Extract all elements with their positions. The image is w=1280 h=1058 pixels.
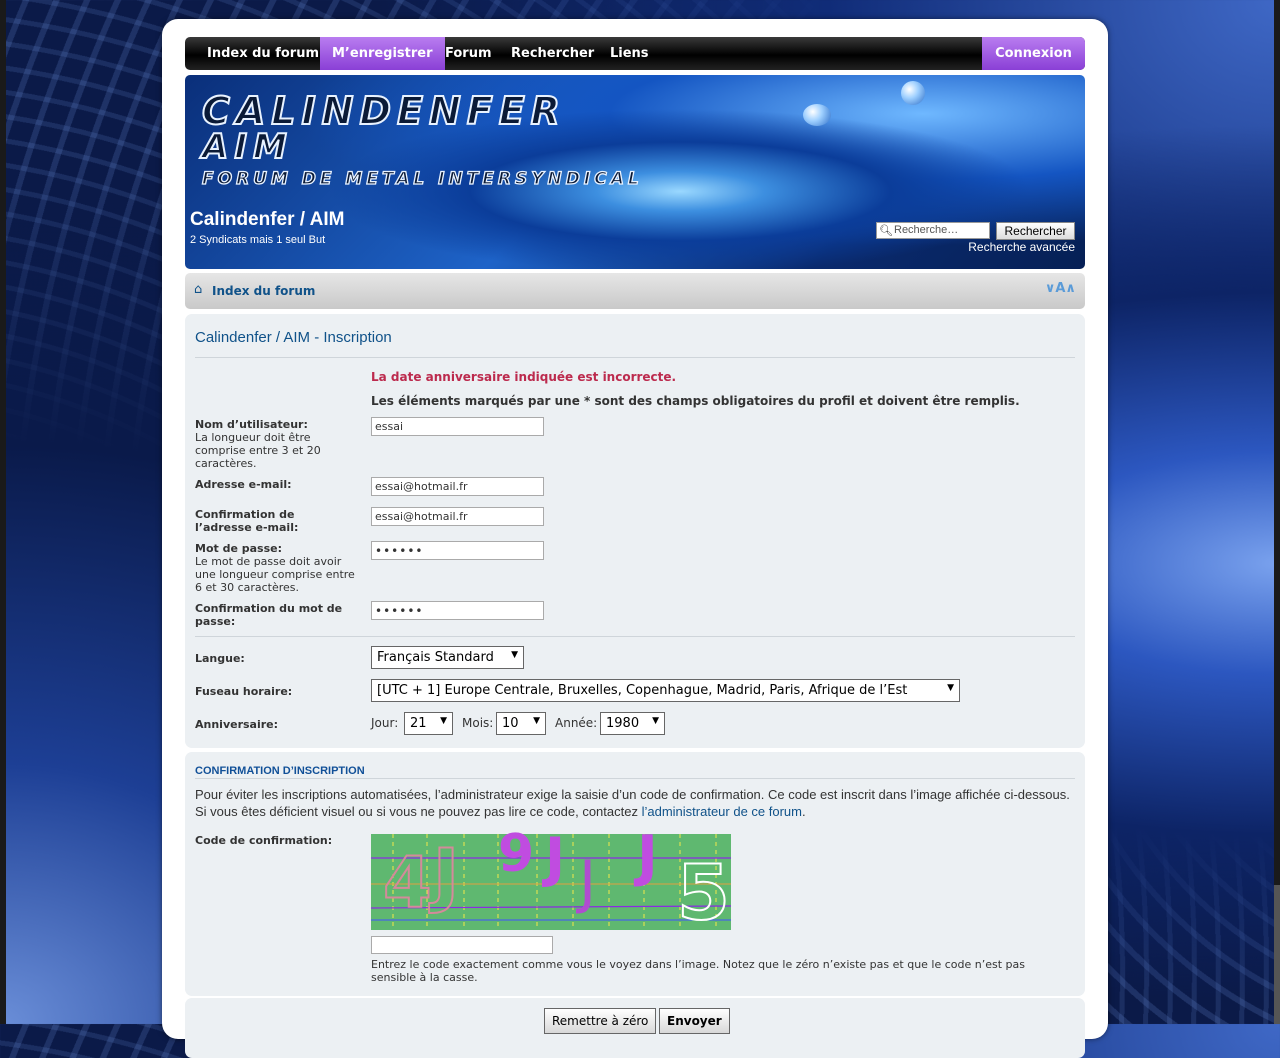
submit-panel: Remettre à zéro Envoyer	[185, 998, 1085, 1058]
logo-text-subtitle: FORUM DE METAL INTERSYNDICAL	[201, 168, 643, 189]
chevron-down-icon: ▼	[511, 650, 518, 660]
timezone-select[interactable]: [UTC + 1] Europe Centrale, Bruxelles, Co…	[371, 679, 960, 702]
divider	[195, 778, 1075, 779]
timezone-label: Fuseau horaire:	[195, 685, 293, 698]
nav-search[interactable]: Rechercher	[511, 37, 594, 70]
password-help: Le mot de passe doit avoir une longueur …	[195, 555, 355, 594]
birthday-label: Anniversaire:	[195, 718, 279, 731]
scrollbar-thumb[interactable]	[1274, 885, 1280, 1024]
confirmation-code-input[interactable]	[371, 936, 553, 954]
site-title[interactable]: Calindenfer / AIM	[190, 209, 344, 231]
page-wrapper: Index du forum M’enregistrer Forum Reche…	[162, 19, 1108, 1058]
chevron-down-icon: ▼	[947, 683, 954, 693]
password-field[interactable]: ••••••	[371, 541, 544, 560]
nav-register[interactable]: M’enregistrer	[320, 37, 445, 70]
submit-button[interactable]: Envoyer	[659, 1008, 730, 1034]
top-navbar: Index du forum M’enregistrer Forum Reche…	[185, 37, 1085, 70]
nav-login[interactable]: Connexion	[982, 37, 1085, 70]
month-value: 10	[502, 716, 519, 731]
search-icon: 🔍︎	[879, 225, 893, 237]
day-value: 21	[410, 716, 427, 731]
captcha-char: J	[545, 826, 566, 889]
password-confirm-label: Confirmation du mot de passe:	[195, 602, 343, 628]
timezone-value: [UTC + 1] Europe Centrale, Bruxelles, Co…	[377, 683, 908, 698]
email-label: Adresse e-mail:	[195, 478, 292, 491]
search-button[interactable]: Rechercher	[996, 222, 1075, 240]
day-select[interactable]: 21 ▼	[404, 712, 453, 735]
password-label: Mot de passe:	[195, 542, 283, 555]
left-window-edge	[0, 0, 6, 1024]
language-value: Français Standard	[377, 650, 494, 665]
year-value: 1980	[606, 716, 640, 731]
captcha-char: 4	[382, 841, 433, 925]
water-drop	[901, 81, 925, 105]
nav-forum[interactable]: Forum	[445, 37, 492, 70]
search-placeholder: Recherche…	[894, 224, 959, 236]
day-label: Jour:	[371, 716, 399, 730]
logo-text-aim: AIM	[201, 126, 293, 168]
email-confirm-label: Confirmation de l’adresse e-mail:	[195, 508, 299, 534]
confirmation-text: Pour éviter les inscriptions automatisée…	[195, 787, 1070, 819]
confirmation-heading: CONFIRMATION D’INSCRIPTION	[195, 765, 365, 777]
language-select[interactable]: Français Standard ▼	[371, 646, 524, 669]
home-icon[interactable]: ⌂	[194, 282, 202, 297]
chevron-down-icon: ▼	[440, 716, 447, 726]
captcha-chars: 4 J 9 J J J 5	[371, 824, 731, 938]
admin-contact-link[interactable]: l’administrateur de ce forum	[642, 804, 802, 819]
year-select[interactable]: 1980 ▼	[600, 712, 665, 735]
divider	[195, 357, 1075, 358]
required-note: Les éléments marqués par une * sont des …	[371, 394, 1020, 408]
water-drop	[803, 104, 831, 126]
username-field[interactable]: essai	[371, 417, 544, 436]
captcha-char: 9	[498, 824, 535, 884]
captcha-char: J	[432, 833, 460, 917]
page-title: Calindenfer / AIM - Inscription	[195, 329, 392, 346]
divider	[195, 636, 1075, 637]
breadcrumb-index-link[interactable]: Index du forum	[212, 284, 315, 298]
email-confirm-field[interactable]: essai@hotmail.fr	[371, 507, 544, 526]
chevron-down-icon: ▼	[652, 716, 659, 726]
error-message: La date anniversaire indiquée est incorr…	[371, 370, 677, 384]
year-label: Année:	[555, 716, 598, 730]
code-label: Code de confirmation:	[195, 834, 333, 847]
email-field[interactable]: essai@hotmail.fr	[371, 477, 544, 496]
font-size-toggle[interactable]: ∨A∧	[1045, 281, 1076, 296]
captcha-char: J	[579, 848, 597, 916]
chevron-down-icon: ▼	[533, 716, 540, 726]
username-help: La longueur doit être comprise entre 3 e…	[195, 431, 321, 470]
site-description: 2 Syndicats mais 1 seul But	[190, 234, 326, 246]
confirmation-panel: CONFIRMATION D’INSCRIPTION Pour éviter l…	[185, 752, 1085, 996]
forum-header: CALINDENFER AIM FORUM DE METAL INTERSYND…	[185, 75, 1085, 269]
confirmation-code-help: Entrez le code exactement comme vous le …	[371, 958, 1026, 984]
reset-button[interactable]: Remettre à zéro	[544, 1008, 657, 1034]
search-input[interactable]: 🔍︎ Recherche…	[876, 222, 990, 239]
month-label: Mois:	[462, 716, 494, 730]
nav-links[interactable]: Liens	[610, 37, 649, 70]
advanced-search-link[interactable]: Recherche avancée	[968, 240, 1075, 254]
language-label: Langue:	[195, 652, 245, 665]
password-confirm-field[interactable]: ••••••	[371, 601, 544, 620]
registration-form-panel: Calindenfer / AIM - Inscription La date …	[185, 314, 1085, 748]
captcha-char: J	[637, 824, 658, 889]
captcha-char: 5	[676, 847, 731, 938]
nav-index[interactable]: Index du forum	[185, 37, 331, 70]
breadcrumb: ⌂ Index du forum ∨A∧	[185, 273, 1085, 309]
scrollbar[interactable]	[1274, 0, 1280, 1024]
username-label: Nom d’utilisateur:	[195, 418, 308, 431]
month-select[interactable]: 10 ▼	[496, 712, 546, 735]
